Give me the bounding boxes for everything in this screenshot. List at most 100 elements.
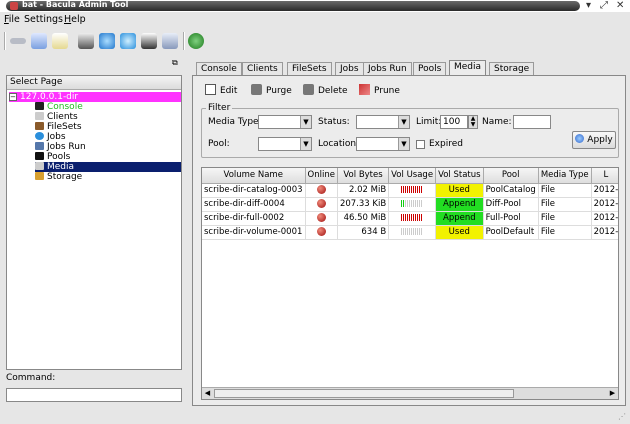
tab-jobs[interactable]: Jobs: [335, 62, 364, 76]
pools-icon: [35, 152, 44, 160]
tree-item-jobs[interactable]: Jobs: [35, 132, 66, 142]
maximize-icon[interactable]: ⤢: [600, 0, 608, 12]
window-title: bat - Bacula Admin Tool: [22, 0, 129, 9]
tab-clients[interactable]: Clients: [242, 62, 283, 76]
cell-media-type: File: [538, 183, 592, 198]
table-row[interactable]: scribe-dir-catalog-0003 2.02 MiB Used PoolC…: [202, 183, 618, 198]
apply-label: Apply: [587, 135, 613, 145]
tree-item-label: Jobs: [47, 132, 66, 142]
cell-pool: PoolDefault: [483, 225, 539, 240]
tab-jobs-run[interactable]: Jobs Run: [363, 62, 412, 76]
pool-select[interactable]: ▼: [258, 137, 312, 151]
limit-spinner[interactable]: ▲ ▼: [468, 115, 478, 129]
image-icon[interactable]: [162, 33, 178, 49]
command-input[interactable]: [6, 388, 182, 402]
menu-file[interactable]: File: [4, 14, 20, 26]
estimate-icon[interactable]: [99, 33, 115, 49]
table-row[interactable]: scribe-dir-diff-0004 207.33 KiB Append Diff…: [202, 197, 618, 212]
resize-grip-icon[interactable]: ⋰: [618, 412, 626, 421]
location-select[interactable]: ▼: [356, 137, 410, 151]
media-type-label: Media Type:: [208, 117, 262, 127]
limit-label: Limit:: [416, 117, 442, 127]
media-type-select[interactable]: ▼: [258, 115, 312, 129]
undock-icon[interactable]: ⧉: [172, 58, 178, 68]
scrollbar-thumb[interactable]: [214, 389, 514, 398]
tab-pools[interactable]: Pools: [413, 62, 447, 76]
tree-item-label: Media: [47, 162, 75, 172]
col-vol-usage[interactable]: Vol Usage: [388, 168, 437, 184]
media-icon: [35, 162, 44, 170]
tree-item-pools[interactable]: Pools: [35, 152, 70, 162]
col-vol-bytes[interactable]: Vol Bytes: [337, 168, 390, 184]
media-table[interactable]: Volume Name Online Vol Bytes Vol Usage V…: [201, 167, 619, 400]
cell-vol-bytes: 207.33 KiB: [337, 197, 390, 212]
storage-icon: [35, 172, 44, 180]
usage-bar: [401, 214, 424, 221]
tree-item-console[interactable]: Console: [35, 102, 83, 112]
col-pool[interactable]: Pool: [483, 168, 539, 184]
menu-help[interactable]: Help: [64, 14, 86, 26]
delete-button[interactable]: Delete: [303, 84, 348, 98]
name-input[interactable]: [513, 115, 551, 129]
scroll-left-icon[interactable]: ◀: [202, 388, 213, 399]
apply-button[interactable]: Apply: [572, 131, 616, 149]
expired-checkbox[interactable]: [416, 140, 425, 149]
menu-bar: File Settings Help: [0, 13, 630, 27]
close-icon[interactable]: ✕: [616, 0, 624, 12]
browse-icon[interactable]: [141, 33, 157, 49]
horizontal-scrollbar[interactable]: ◀ ▶: [202, 387, 618, 399]
status-label: Status:: [318, 117, 350, 127]
tab-filesets[interactable]: FileSets: [287, 62, 332, 76]
minimize-icon[interactable]: ▾: [586, 0, 591, 12]
usage-bar: [401, 228, 424, 235]
pool-label: Pool:: [208, 139, 230, 149]
tree-root[interactable]: −127.0.0.1-dir: [9, 92, 181, 102]
select-page-header: Select Page: [7, 76, 181, 90]
col-online[interactable]: Online: [305, 168, 338, 184]
cell-media-type: File: [538, 225, 592, 240]
select-page-tree[interactable]: Select Page −127.0.0.1-dir Console Clien…: [6, 75, 182, 370]
col-vol-status[interactable]: Vol Status: [435, 168, 484, 184]
tree-item-storage[interactable]: Storage: [35, 172, 82, 182]
apply-icon: [575, 134, 585, 143]
status-bar: ⋰: [0, 410, 630, 424]
tree-item-jobs-run[interactable]: Jobs Run: [35, 142, 86, 152]
col-last-written[interactable]: L: [591, 168, 618, 184]
tree-item-clients[interactable]: Clients: [35, 112, 78, 122]
col-volume-name[interactable]: Volume Name: [202, 168, 306, 184]
expired-label: Expired: [429, 139, 463, 149]
prune-label: Prune: [374, 86, 400, 96]
tree-item-filesets[interactable]: FileSets: [35, 122, 82, 132]
purge-icon: [251, 84, 262, 95]
refresh-icon[interactable]: [188, 33, 204, 49]
restore-icon[interactable]: [52, 33, 68, 49]
tab-console[interactable]: Console: [196, 62, 242, 76]
purge-button[interactable]: Purge: [251, 84, 292, 98]
status-icon[interactable]: [120, 33, 136, 49]
filter-title: Filter: [206, 103, 233, 113]
limit-input[interactable]: 100: [440, 115, 468, 129]
tree-item-label: FileSets: [47, 122, 82, 132]
edit-icon: [205, 84, 216, 95]
tab-storage[interactable]: Storage: [489, 62, 535, 76]
media-page: Edit Purge Delete Prune Filter Media Typ…: [192, 75, 626, 406]
status-select[interactable]: ▼: [356, 115, 410, 129]
tab-media[interactable]: Media: [449, 60, 487, 76]
label-icon[interactable]: [31, 33, 47, 49]
connect-icon[interactable]: [10, 38, 26, 44]
prune-button[interactable]: Prune: [359, 84, 400, 98]
edit-button[interactable]: Edit: [205, 84, 237, 98]
online-status-icon: [316, 227, 326, 236]
online-status-icon: [316, 199, 326, 208]
menu-settings[interactable]: Settings: [24, 14, 63, 26]
left-panel: ⧉ Select Page −127.0.0.1-dir Console Cli…: [4, 55, 182, 407]
tree-item-media[interactable]: Media: [35, 162, 181, 172]
collapse-icon[interactable]: −: [9, 93, 17, 101]
toolbar-handle: [4, 32, 6, 50]
col-media-type[interactable]: Media Type: [538, 168, 592, 184]
run-job-icon[interactable]: [78, 33, 94, 49]
table-row[interactable]: scribe-dir-full-0002 46.50 MiB Append Full-…: [202, 211, 618, 226]
tree-item-label: Clients: [47, 112, 78, 122]
scroll-right-icon[interactable]: ▶: [607, 388, 618, 399]
table-row[interactable]: scribe-dir-volume-0001 634 B Used PoolDefau…: [202, 225, 618, 240]
